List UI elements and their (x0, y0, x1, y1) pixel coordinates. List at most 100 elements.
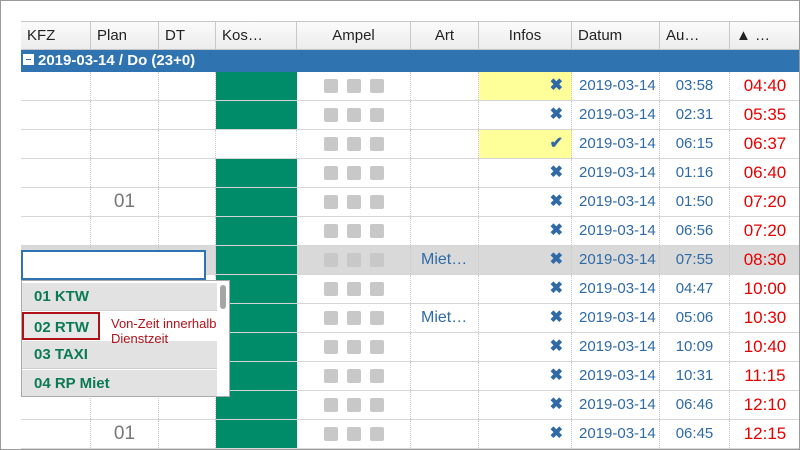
kfz-cell[interactable] (21, 217, 91, 245)
ampel-light[interactable] (346, 194, 361, 209)
ampel-light[interactable] (346, 165, 361, 180)
column-header-4[interactable]: Ampel (297, 22, 411, 50)
ampel-light[interactable] (369, 368, 384, 383)
cross-icon[interactable]: ✖ (550, 222, 563, 239)
ampel-light[interactable] (323, 194, 338, 209)
art-cell[interactable] (411, 391, 479, 419)
ampel-light[interactable] (369, 136, 384, 151)
cross-icon[interactable]: ✖ (550, 193, 563, 210)
table-row[interactable]: ✖ 2019-03-14 06:56 07:20 (21, 217, 799, 246)
table-row[interactable]: ✔ 2019-03-14 06:15 06:37 (21, 130, 799, 159)
kfz-cell[interactable] (21, 420, 91, 448)
kfz-cell[interactable] (21, 130, 91, 158)
infos-cell[interactable]: ✖ (479, 362, 572, 390)
cross-icon[interactable]: ✖ (550, 338, 563, 355)
art-cell[interactable] (411, 72, 479, 100)
column-header-6[interactable]: Infos (479, 22, 572, 50)
ampel-light[interactable] (369, 397, 384, 412)
table-row[interactable]: 01 ✖ 2019-03-14 01:50 07:20 (21, 188, 799, 217)
ampel-light[interactable] (346, 252, 361, 267)
ampel-light[interactable] (346, 310, 361, 325)
ampel-light[interactable] (323, 339, 338, 354)
table-row[interactable]: ✖ 2019-03-14 01:16 06:40 (21, 159, 799, 188)
dropdown-option[interactable]: 01 KTW (22, 283, 217, 311)
ampel-light[interactable] (369, 194, 384, 209)
column-header-3[interactable]: Kos… (216, 22, 297, 50)
ampel-light[interactable] (346, 281, 361, 296)
ampel-light[interactable] (369, 426, 384, 441)
column-header-7[interactable]: Datum (572, 22, 660, 50)
art-cell[interactable] (411, 130, 479, 158)
ampel-light[interactable] (323, 397, 338, 412)
cross-icon[interactable]: ✖ (550, 77, 563, 94)
kfz-edit-input[interactable] (21, 250, 206, 280)
infos-cell[interactable]: ✖ (479, 188, 572, 216)
collapse-icon[interactable] (23, 54, 34, 66)
ampel-light[interactable] (346, 223, 361, 238)
column-header-2[interactable]: DT (159, 22, 216, 50)
scrollbar-thumb[interactable] (220, 285, 226, 309)
art-cell[interactable] (411, 188, 479, 216)
art-cell[interactable] (411, 159, 479, 187)
infos-cell[interactable]: ✖ (479, 304, 572, 332)
table-row[interactable]: ✖ 2019-03-14 03:58 04:40 (21, 72, 799, 101)
dropdown-option[interactable]: 02 RTW (22, 312, 100, 340)
cross-icon[interactable]: ✖ (550, 309, 563, 326)
ampel-light[interactable] (323, 426, 338, 441)
cross-icon[interactable]: ✖ (550, 425, 563, 442)
column-header-1[interactable]: Plan (91, 22, 159, 50)
column-header-8[interactable]: Au… (660, 22, 730, 50)
art-cell[interactable] (411, 333, 479, 361)
infos-cell[interactable]: ✖ (479, 420, 572, 448)
ampel-light[interactable] (369, 339, 384, 354)
ampel-light[interactable] (346, 426, 361, 441)
column-header-5[interactable]: Art (411, 22, 479, 50)
art-cell[interactable] (411, 275, 479, 303)
cross-icon[interactable]: ✖ (550, 396, 563, 413)
ampel-light[interactable] (323, 310, 338, 325)
table-row[interactable]: ✖ 2019-03-14 02:31 05:35 (21, 101, 799, 130)
cross-icon[interactable]: ✖ (550, 367, 563, 384)
ampel-light[interactable] (346, 78, 361, 93)
check-icon[interactable]: ✔ (550, 135, 563, 152)
art-cell[interactable] (411, 362, 479, 390)
kfz-cell[interactable] (21, 72, 91, 100)
ampel-light[interactable] (323, 107, 338, 122)
art-cell[interactable] (411, 420, 479, 448)
infos-cell[interactable]: ✖ (479, 391, 572, 419)
infos-cell[interactable]: ✖ (479, 246, 572, 274)
infos-cell[interactable]: ✖ (479, 333, 572, 361)
ampel-light[interactable] (323, 252, 338, 267)
art-cell[interactable] (411, 217, 479, 245)
infos-cell[interactable]: ✖ (479, 72, 572, 100)
kfz-cell[interactable] (21, 188, 91, 216)
cross-icon[interactable]: ✖ (550, 251, 563, 268)
ampel-light[interactable] (369, 78, 384, 93)
art-cell[interactable] (411, 101, 479, 129)
infos-cell[interactable]: ✖ (479, 101, 572, 129)
table-row[interactable]: 01 ✖ 2019-03-14 06:45 12:15 (21, 420, 799, 449)
ampel-light[interactable] (346, 368, 361, 383)
infos-cell[interactable]: ✖ (479, 275, 572, 303)
infos-cell[interactable]: ✖ (479, 159, 572, 187)
art-cell[interactable]: Miet… (411, 246, 479, 274)
kfz-cell[interactable] (21, 101, 91, 129)
dropdown-scrollbar[interactable] (220, 283, 228, 395)
dropdown-option[interactable]: 04 RP Miet (22, 370, 217, 396)
ampel-light[interactable] (323, 78, 338, 93)
cross-icon[interactable]: ✖ (550, 106, 563, 123)
ampel-light[interactable] (369, 281, 384, 296)
ampel-light[interactable] (323, 368, 338, 383)
ampel-light[interactable] (323, 165, 338, 180)
art-cell[interactable]: Miet… (411, 304, 479, 332)
ampel-light[interactable] (346, 136, 361, 151)
ampel-light[interactable] (369, 107, 384, 122)
ampel-light[interactable] (369, 310, 384, 325)
cross-icon[interactable]: ✖ (550, 280, 563, 297)
column-header-9[interactable]: ▲ … (730, 22, 799, 50)
ampel-light[interactable] (369, 223, 384, 238)
ampel-light[interactable] (346, 339, 361, 354)
kfz-cell[interactable] (21, 159, 91, 187)
ampel-light[interactable] (323, 223, 338, 238)
infos-cell[interactable]: ✖ (479, 217, 572, 245)
